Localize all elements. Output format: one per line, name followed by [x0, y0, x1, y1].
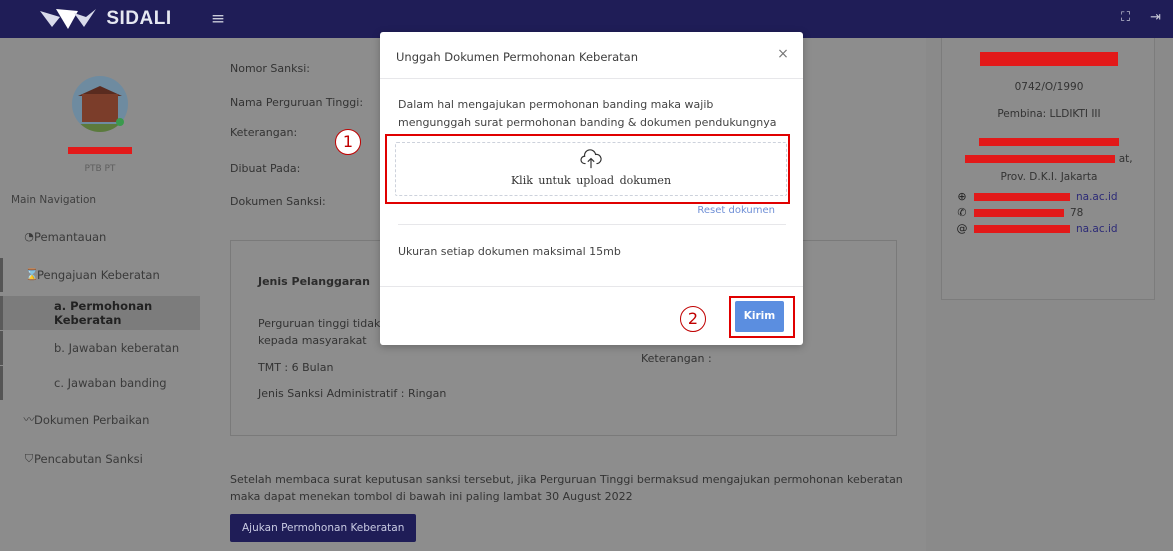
institution-card: 0742/O/1990 Pembina: LLDIKTI III at, Pro… — [941, 38, 1155, 300]
at-icon: @ — [956, 222, 968, 235]
institution-address: at, — [942, 153, 1156, 165]
institution-phone: ✆ 78 — [957, 206, 1084, 219]
sidebar-item-label: b. Jawaban keberatan — [54, 341, 180, 355]
sidebar-item-permohonan-keberatan[interactable]: a. Permohonan Keberatan — [0, 296, 200, 330]
close-icon[interactable]: × — [775, 46, 791, 62]
institution-province: Prov. D.K.I. Jakarta — [1000, 171, 1098, 183]
annotation-highlight-upload — [385, 134, 790, 204]
institution-pembina: Pembina: LLDIKTI III — [997, 108, 1101, 120]
ajukan-permohonan-button[interactable]: Ajukan Permohonan Keberatan — [230, 514, 417, 542]
reset-document-link[interactable]: Reset dokumen — [697, 205, 775, 216]
deadline-notice: Setelah membaca surat keputusan sanksi t… — [230, 473, 903, 503]
sidebar-item-label: c. Jawaban banding — [54, 376, 167, 390]
annotation-highlight-kirim — [729, 296, 795, 338]
modal-footer-divider — [380, 286, 803, 287]
sidebar-item-pengajuan-keberatan[interactable]: ⌛ Pengajuan Keberatan — [0, 258, 200, 292]
sanction-type: Jenis Sanksi Administratif : Ringan — [258, 387, 447, 400]
modal-body-divider — [398, 224, 786, 225]
online-status-dot — [116, 118, 124, 126]
sidebar-item-label: Pengajuan Keberatan — [37, 268, 160, 282]
brand[interactable]: SIDALI — [0, 0, 210, 38]
sidebar-item-label: Pencabutan Sanksi — [34, 452, 143, 466]
label-nama-perguruan-tinggi: Nama Perguruan Tinggi: — [230, 96, 364, 109]
sidebar-item-pemantauan[interactable]: ◔ Pemantauan — [0, 220, 200, 254]
fullscreen-icon[interactable]: ⛶ — [1121, 10, 1130, 25]
brand-logo-icon — [38, 7, 98, 31]
nav-heading: Main Navigation — [11, 194, 97, 206]
institution-address-redacted — [942, 137, 1156, 149]
annotation-step-2: 2 — [680, 306, 706, 332]
globe-icon: ⊕ — [957, 190, 967, 203]
label-nomor-sanksi: Nomor Sanksi: — [230, 62, 310, 75]
menu-toggle-icon[interactable]: ≡ — [208, 9, 228, 29]
brand-name: SIDALI — [106, 8, 172, 29]
label-dokumen-sanksi: Dokumen Sanksi: — [230, 195, 326, 208]
logout-icon[interactable]: ⇥ — [1150, 10, 1161, 25]
hourglass-icon: ⌛ — [25, 268, 39, 281]
violation-keterangan: Keterangan : — [641, 352, 712, 365]
shield-icon: ⛉ — [24, 452, 34, 465]
gauge-icon: ◔ — [24, 230, 34, 243]
institution-name-redacted — [942, 52, 1156, 69]
sidebar-item-label: a. Permohonan Keberatan — [54, 299, 153, 327]
trend-icon: 〰 — [23, 413, 35, 426]
file-size-note: Ukuran setiap dokumen maksimal 15mb — [398, 245, 621, 258]
modal-title: Unggah Dokumen Permohonan Keberatan — [396, 50, 639, 64]
institution-website[interactable]: ⊕ na.ac.id — [956, 190, 1117, 203]
phone-icon: ✆ — [957, 206, 967, 219]
sidebar: PTB PT Main Navigation ◔ Pemantauan ⌛ Pe… — [0, 38, 200, 551]
sidebar-item-jawaban-banding[interactable]: c. Jawaban banding — [0, 366, 200, 400]
sidebar-item-pencabutan-sanksi[interactable]: ⛉ Pencabutan Sanksi — [0, 442, 200, 476]
sidebar-item-jawaban-keberatan[interactable]: b. Jawaban keberatan — [0, 331, 200, 365]
institution-code: 0742/O/1990 — [1014, 81, 1084, 93]
violation-heading: Jenis Pelanggaran — [258, 275, 370, 288]
violation-text: Perguruan tinggi tidak m — [258, 317, 395, 330]
label-keterangan: Keterangan: — [230, 126, 298, 139]
annotation-step-1: 1 — [335, 129, 361, 155]
user-role: PTB PT — [84, 164, 116, 174]
violation-text-cont: kepada masyarakat — [258, 334, 367, 347]
sidebar-item-label: Dokumen Perbaikan — [34, 413, 150, 427]
sidebar-item-label: Pemantauan — [34, 230, 107, 244]
sidebar-item-dokumen-perbaikan[interactable]: 〰 Dokumen Perbaikan — [0, 403, 200, 437]
modal-header-divider — [380, 78, 803, 79]
modal-description: Dalam hal mengajukan permohonan banding … — [398, 98, 777, 129]
tmt-value: TMT : 6 Bulan — [258, 361, 334, 374]
label-dibuat-pada: Dibuat Pada: — [230, 162, 301, 175]
user-name-redacted — [0, 144, 200, 157]
institution-email[interactable]: @ na.ac.id — [956, 222, 1118, 235]
